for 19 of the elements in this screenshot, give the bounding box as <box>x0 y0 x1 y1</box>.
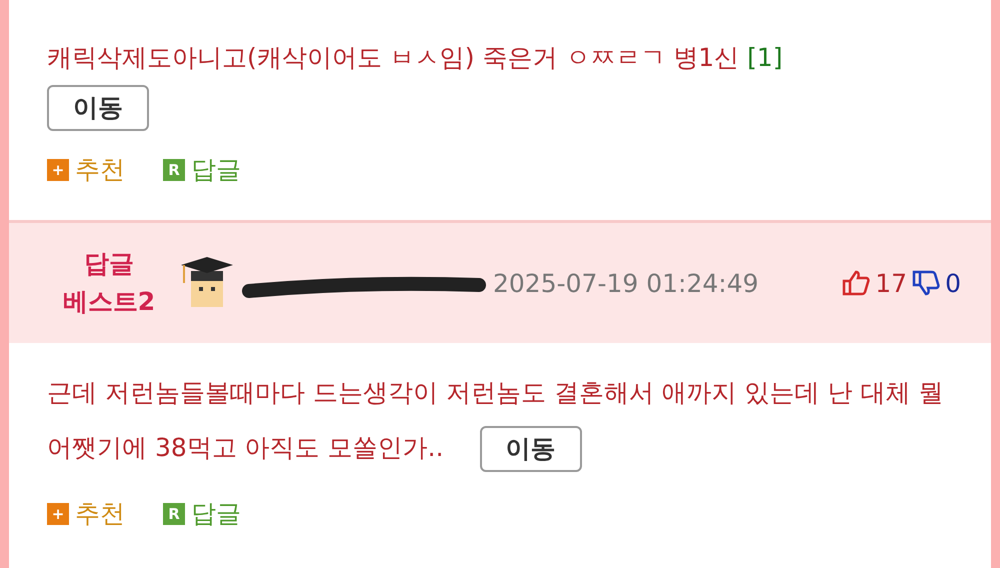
thumbs-down-icon[interactable] <box>911 269 942 297</box>
reply-icon: R <box>163 502 185 524</box>
comment-text: 근데 저런놈들볼때마다 드는생각이 저런놈도 결혼해서 애까지 있는데 난 대체 뭘 어쨋기에 38먹고 아직도 모쏠인가.. 이동 <box>47 365 961 475</box>
recommend-link[interactable]: + 추천 <box>47 497 125 530</box>
best-label: 답글 <box>84 248 134 280</box>
recommend-link[interactable]: + 추천 <box>47 153 125 186</box>
plus-icon: + <box>47 502 69 524</box>
reply-link[interactable]: R 답글 <box>163 497 241 530</box>
comment-text: 캐릭삭제도아니고(캐삭이어도 ㅂㅅ임) 죽은거 ㅇㅉㄹㄱ 병1신 [1] <box>47 42 784 74</box>
dislike-count: 0 <box>945 268 961 298</box>
reply-link[interactable]: R 답글 <box>163 153 241 186</box>
move-button[interactable]: 이동 <box>480 426 582 472</box>
best-label: 베스트2 <box>62 286 156 318</box>
comment-date: 2025-07-19 01:24:49 <box>493 268 759 298</box>
move-button[interactable]: 이동 <box>47 85 149 131</box>
like-count: 17 <box>875 268 908 298</box>
plus-icon: + <box>47 158 69 180</box>
reply-icon: R <box>163 158 185 180</box>
thumbs-up-icon[interactable] <box>841 269 872 297</box>
